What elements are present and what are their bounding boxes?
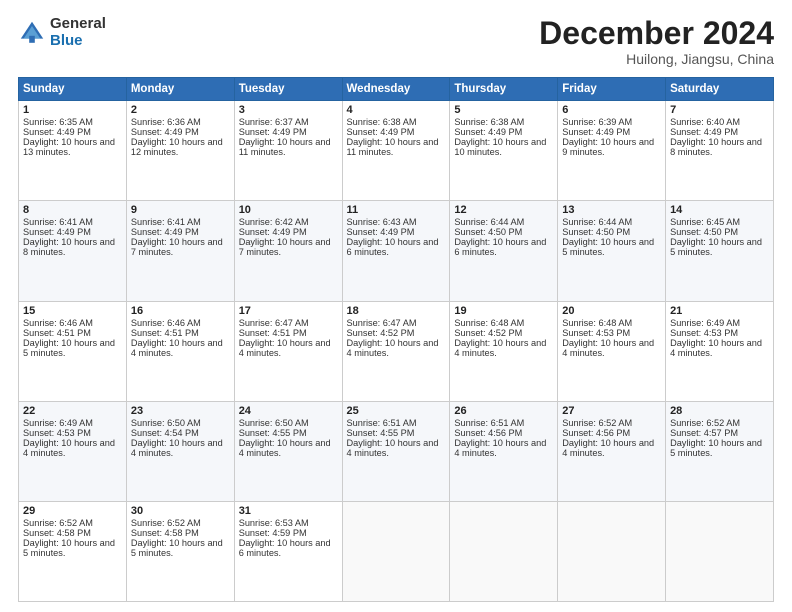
logo: General Blue <box>18 16 106 49</box>
table-cell: 22Sunrise: 6:49 AMSunset: 4:53 PMDayligh… <box>19 401 127 501</box>
logo-blue-label: Blue <box>50 33 106 50</box>
table-cell: 31Sunrise: 6:53 AMSunset: 4:59 PMDayligh… <box>234 501 342 601</box>
table-row: 22Sunrise: 6:49 AMSunset: 4:53 PMDayligh… <box>19 401 774 501</box>
table-cell: 23Sunrise: 6:50 AMSunset: 4:54 PMDayligh… <box>126 401 234 501</box>
logo-text: General Blue <box>50 16 106 49</box>
table-cell: 6Sunrise: 6:39 AMSunset: 4:49 PMDaylight… <box>558 101 666 201</box>
header: General Blue December 2024 Huilong, Jian… <box>18 16 774 67</box>
table-cell: 7Sunrise: 6:40 AMSunset: 4:49 PMDaylight… <box>666 101 774 201</box>
table-cell: 3Sunrise: 6:37 AMSunset: 4:49 PMDaylight… <box>234 101 342 201</box>
calendar-table: Sunday Monday Tuesday Wednesday Thursday… <box>18 77 774 602</box>
table-cell: 29Sunrise: 6:52 AMSunset: 4:58 PMDayligh… <box>19 501 127 601</box>
table-row: 15Sunrise: 6:46 AMSunset: 4:51 PMDayligh… <box>19 301 774 401</box>
table-cell: 10Sunrise: 6:42 AMSunset: 4:49 PMDayligh… <box>234 201 342 301</box>
logo-general-label: General <box>50 16 106 33</box>
table-cell: 30Sunrise: 6:52 AMSunset: 4:58 PMDayligh… <box>126 501 234 601</box>
table-cell: 24Sunrise: 6:50 AMSunset: 4:55 PMDayligh… <box>234 401 342 501</box>
table-row: 8Sunrise: 6:41 AMSunset: 4:49 PMDaylight… <box>19 201 774 301</box>
page: General Blue December 2024 Huilong, Jian… <box>0 0 792 612</box>
header-row: Sunday Monday Tuesday Wednesday Thursday… <box>19 78 774 101</box>
logo-icon <box>18 19 46 47</box>
title-block: December 2024 Huilong, Jiangsu, China <box>539 16 774 67</box>
table-cell: 28Sunrise: 6:52 AMSunset: 4:57 PMDayligh… <box>666 401 774 501</box>
table-cell: 27Sunrise: 6:52 AMSunset: 4:56 PMDayligh… <box>558 401 666 501</box>
table-cell: 19Sunrise: 6:48 AMSunset: 4:52 PMDayligh… <box>450 301 558 401</box>
table-cell: 4Sunrise: 6:38 AMSunset: 4:49 PMDaylight… <box>342 101 450 201</box>
table-cell: 16Sunrise: 6:46 AMSunset: 4:51 PMDayligh… <box>126 301 234 401</box>
table-cell: 8Sunrise: 6:41 AMSunset: 4:49 PMDaylight… <box>19 201 127 301</box>
col-friday: Friday <box>558 78 666 101</box>
table-cell: 26Sunrise: 6:51 AMSunset: 4:56 PMDayligh… <box>450 401 558 501</box>
col-monday: Monday <box>126 78 234 101</box>
table-cell: 14Sunrise: 6:45 AMSunset: 4:50 PMDayligh… <box>666 201 774 301</box>
table-cell: 15Sunrise: 6:46 AMSunset: 4:51 PMDayligh… <box>19 301 127 401</box>
table-cell: 5Sunrise: 6:38 AMSunset: 4:49 PMDaylight… <box>450 101 558 201</box>
col-saturday: Saturday <box>666 78 774 101</box>
table-cell: 25Sunrise: 6:51 AMSunset: 4:55 PMDayligh… <box>342 401 450 501</box>
table-cell: 13Sunrise: 6:44 AMSunset: 4:50 PMDayligh… <box>558 201 666 301</box>
table-cell: 18Sunrise: 6:47 AMSunset: 4:52 PMDayligh… <box>342 301 450 401</box>
table-cell: 2Sunrise: 6:36 AMSunset: 4:49 PMDaylight… <box>126 101 234 201</box>
col-thursday: Thursday <box>450 78 558 101</box>
table-cell: 21Sunrise: 6:49 AMSunset: 4:53 PMDayligh… <box>666 301 774 401</box>
table-cell: 11Sunrise: 6:43 AMSunset: 4:49 PMDayligh… <box>342 201 450 301</box>
table-cell <box>342 501 450 601</box>
col-sunday: Sunday <box>19 78 127 101</box>
table-cell: 17Sunrise: 6:47 AMSunset: 4:51 PMDayligh… <box>234 301 342 401</box>
title-month: December 2024 <box>539 16 774 51</box>
table-cell: 1Sunrise: 6:35 AMSunset: 4:49 PMDaylight… <box>19 101 127 201</box>
col-tuesday: Tuesday <box>234 78 342 101</box>
table-cell <box>558 501 666 601</box>
table-cell <box>666 501 774 601</box>
table-row: 29Sunrise: 6:52 AMSunset: 4:58 PMDayligh… <box>19 501 774 601</box>
table-cell: 12Sunrise: 6:44 AMSunset: 4:50 PMDayligh… <box>450 201 558 301</box>
title-location: Huilong, Jiangsu, China <box>539 51 774 67</box>
table-row: 1Sunrise: 6:35 AMSunset: 4:49 PMDaylight… <box>19 101 774 201</box>
col-wednesday: Wednesday <box>342 78 450 101</box>
table-cell <box>450 501 558 601</box>
table-cell: 9Sunrise: 6:41 AMSunset: 4:49 PMDaylight… <box>126 201 234 301</box>
table-cell: 20Sunrise: 6:48 AMSunset: 4:53 PMDayligh… <box>558 301 666 401</box>
